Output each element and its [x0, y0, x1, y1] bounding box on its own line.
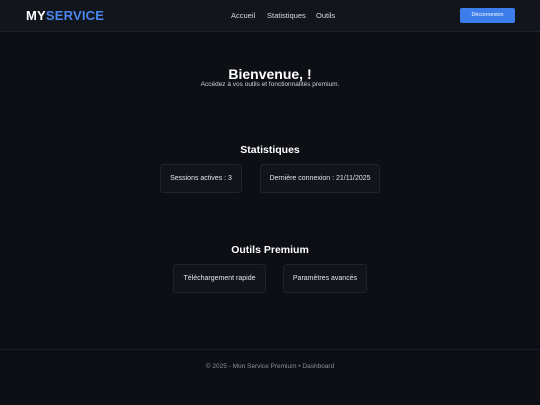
nav-tools-link[interactable]: Outils — [316, 11, 335, 21]
tools-section-title: Outils Premium — [231, 244, 309, 256]
stats-section-title: Statistiques — [240, 144, 300, 156]
footer-text: © 2025 - Mon Service Premium • Dashboard — [205, 363, 335, 370]
logo-service: SERVICE — [45, 8, 105, 23]
last-login-card: Dernière connexion : 21/11/2025 — [260, 164, 380, 193]
nav-stats-link[interactable]: Statistiques — [267, 11, 306, 21]
page-footer: © 2025 - Mon Service Premium • Dashboard — [0, 349, 540, 405]
nav-home-link[interactable]: Accueil — [231, 11, 255, 21]
logo-my: MY — [26, 8, 46, 23]
dashboard-page: MYSERVICE Accueil Statistiques Outils Dé… — [0, 0, 540, 405]
logo[interactable]: MYSERVICE — [26, 8, 104, 24]
active-sessions-card: Sessions actives : 3 — [160, 164, 242, 193]
welcome-subtitle: Accédez à vos outils et fonctionnalités … — [200, 81, 340, 88]
welcome-title: Bienvenue, ! — [228, 66, 312, 82]
logout-button[interactable]: Déconnexion — [460, 8, 515, 23]
advanced-settings-card[interactable]: Paramètres avancés — [283, 264, 367, 293]
top-header: MYSERVICE Accueil Statistiques Outils Dé… — [0, 0, 540, 32]
fast-download-card[interactable]: Téléchargement rapide — [173, 264, 266, 293]
